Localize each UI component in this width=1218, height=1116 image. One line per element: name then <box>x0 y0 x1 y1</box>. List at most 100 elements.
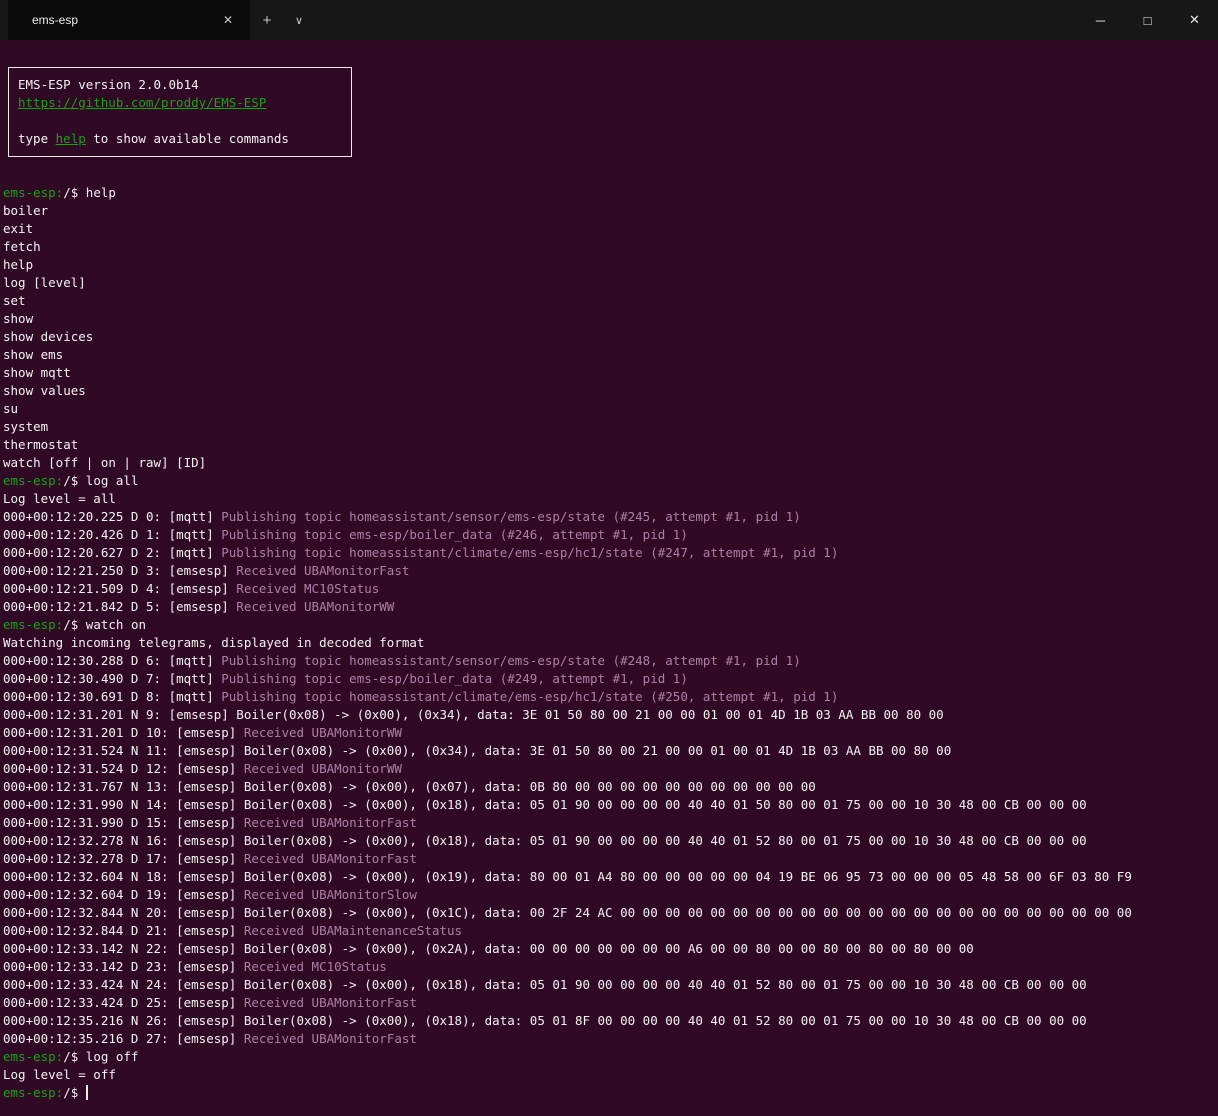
log-text: Publishing topic homeassistant/climate/e… <box>221 545 838 560</box>
terminal-line: 000+00:12:30.490 D 7: [mqtt] Publishing … <box>3 670 1218 688</box>
terminal-line: 000+00:12:33.142 D 23: [emsesp] Received… <box>3 958 1218 976</box>
prompt-text: ems-esp: <box>3 473 63 488</box>
log-text: 000+00:12:31.201 D 10: [emsesp] <box>3 725 244 740</box>
terminal-line: 000+00:12:21.509 D 4: [emsesp] Received … <box>3 580 1218 598</box>
log-text: 000+00:12:32.844 D 21: [emsesp] <box>3 923 244 938</box>
log-text: Received UBAMonitorFast <box>244 851 417 866</box>
log-text: 000+00:12:33.142 D 23: [emsesp] <box>3 959 244 974</box>
log-text: thermostat <box>3 437 78 452</box>
log-text: set <box>3 293 26 308</box>
terminal-line: 000+00:12:20.627 D 2: [mqtt] Publishing … <box>3 544 1218 562</box>
log-text: Received MC10Status <box>236 581 379 596</box>
log-text: watch [off | on | raw] [ID] <box>3 455 206 470</box>
terminal-line: Log level = all <box>3 490 1218 508</box>
log-text: 000+00:12:30.490 D 7: [mqtt] <box>3 671 221 686</box>
terminal-line: thermostat <box>3 436 1218 454</box>
terminal-line: 000+00:12:21.250 D 3: [emsesp] Received … <box>3 562 1218 580</box>
log-text: Publishing topic ems-esp/boiler_data (#2… <box>221 527 688 542</box>
terminal-line: 000+00:12:31.201 D 10: [emsesp] Received… <box>3 724 1218 742</box>
terminal-line: ems-esp:/$ watch on <box>3 616 1218 634</box>
log-text: 000+00:12:33.142 N 22: [emsesp] Boiler(0… <box>3 941 974 956</box>
tab-dropdown-icon[interactable]: ∨ <box>284 0 314 40</box>
log-text: 000+00:12:32.278 D 17: [emsesp] <box>3 851 244 866</box>
log-text: 000+00:12:21.509 D 4: [emsesp] <box>3 581 236 596</box>
terminal-line: su <box>3 400 1218 418</box>
log-text: 000+00:12:32.604 N 18: [emsesp] Boiler(0… <box>3 869 1132 884</box>
log-text: 000+00:12:32.604 D 19: [emsesp] <box>3 887 244 902</box>
log-text: Log level = off <box>3 1067 116 1082</box>
log-text: show <box>3 311 33 326</box>
log-text: Watching incoming telegrams, displayed i… <box>3 635 424 650</box>
prompt-text: ems-esp: <box>3 1049 63 1064</box>
titlebar-drag-area <box>314 0 1077 40</box>
prompt-text: ems-esp: <box>3 1085 63 1100</box>
tab-ems-esp[interactable]: ems-esp ✕ <box>8 0 250 40</box>
terminal-line: system <box>3 418 1218 436</box>
terminal-output: ems-esp:/$ helpboilerexitfetchhelplog [l… <box>3 184 1218 1102</box>
log-text: 000+00:12:20.426 D 1: [mqtt] <box>3 527 221 542</box>
log-text: Publishing topic ems-esp/boiler_data (#2… <box>221 671 688 686</box>
version-text: EMS-ESP version 2.0.0b14 <box>18 77 199 92</box>
log-text: 000+00:12:35.216 N 26: [emsesp] Boiler(0… <box>3 1013 1087 1028</box>
log-text: 000+00:12:31.990 D 15: [emsesp] <box>3 815 244 830</box>
new-tab-button[interactable]: + <box>250 0 284 40</box>
terminal-line: show mqtt <box>3 364 1218 382</box>
log-text: 000+00:12:20.225 D 0: [mqtt] <box>3 509 221 524</box>
log-text: exit <box>3 221 33 236</box>
terminal-line: set <box>3 292 1218 310</box>
log-text: 000+00:12:31.524 D 12: [emsesp] <box>3 761 244 776</box>
log-text: 000+00:12:33.424 D 25: [emsesp] <box>3 995 244 1010</box>
terminal-line: 000+00:12:35.216 D 27: [emsesp] Received… <box>3 1030 1218 1048</box>
tab-close-icon[interactable]: ✕ <box>218 11 238 29</box>
terminal-line: 000+00:12:31.990 N 14: [emsesp] Boiler(0… <box>3 796 1218 814</box>
terminal-line: 000+00:12:32.844 N 20: [emsesp] Boiler(0… <box>3 904 1218 922</box>
terminal-line: log [level] <box>3 274 1218 292</box>
log-text: Received UBAMonitorWW <box>236 599 394 614</box>
log-text: Received UBAMonitorFast <box>244 1031 417 1046</box>
log-text: 000+00:12:31.524 N 11: [emsesp] Boiler(0… <box>3 743 951 758</box>
terminal-line: show devices <box>3 328 1218 346</box>
log-text: 000+00:12:35.216 D 27: [emsesp] <box>3 1031 244 1046</box>
log-text: Received UBAMonitorFast <box>244 995 417 1010</box>
terminal-line: 000+00:12:20.426 D 1: [mqtt] Publishing … <box>3 526 1218 544</box>
terminal-line: 000+00:12:21.842 D 5: [emsesp] Received … <box>3 598 1218 616</box>
help-hint-post: to show available commands <box>86 131 289 146</box>
log-text: Log level = all <box>3 491 116 506</box>
help-command: help <box>56 131 86 146</box>
terminal-line: show values <box>3 382 1218 400</box>
github-link[interactable]: https://github.com/proddy/EMS-ESP <box>18 95 266 110</box>
terminal-line: 000+00:12:31.767 N 13: [emsesp] Boiler(0… <box>3 778 1218 796</box>
log-text: Received UBAMonitorFast <box>244 815 417 830</box>
log-text: Received UBAMonitorFast <box>236 563 409 578</box>
log-text: Publishing topic homeassistant/sensor/em… <box>221 509 800 524</box>
terminal-cursor <box>86 1085 88 1100</box>
terminal-line: boiler <box>3 202 1218 220</box>
log-text: 000+00:12:33.424 N 24: [emsesp] Boiler(0… <box>3 977 1087 992</box>
close-button[interactable]: ✕ <box>1171 0 1218 40</box>
log-text: log [level] <box>3 275 86 290</box>
help-hint-pre: type <box>18 131 56 146</box>
terminal-line: fetch <box>3 238 1218 256</box>
log-text: 000+00:12:32.278 N 16: [emsesp] Boiler(0… <box>3 833 1087 848</box>
terminal-line: 000+00:12:32.604 D 19: [emsesp] Received… <box>3 886 1218 904</box>
terminal[interactable]: EMS-ESP version 2.0.0b14 https://github.… <box>0 40 1218 1116</box>
log-text: Received MC10Status <box>244 959 387 974</box>
log-text: show devices <box>3 329 93 344</box>
terminal-line: ems-esp:/$ help <box>3 184 1218 202</box>
log-text: 000+00:12:31.767 N 13: [emsesp] Boiler(0… <box>3 779 816 794</box>
welcome-box: EMS-ESP version 2.0.0b14 https://github.… <box>8 67 352 157</box>
minimize-button[interactable]: ─ <box>1077 0 1124 40</box>
log-text: /$ log all <box>63 473 138 488</box>
terminal-line: 000+00:12:32.604 N 18: [emsesp] Boiler(0… <box>3 868 1218 886</box>
log-text: Received UBAMonitorWW <box>244 725 402 740</box>
terminal-line: 000+00:12:32.278 D 17: [emsesp] Received… <box>3 850 1218 868</box>
terminal-line: show <box>3 310 1218 328</box>
maximize-button[interactable]: □ <box>1124 0 1171 40</box>
log-text: su <box>3 401 18 416</box>
title-bar: ems-esp ✕ + ∨ ─ □ ✕ <box>0 0 1218 40</box>
terminal-line: 000+00:12:32.844 D 21: [emsesp] Received… <box>3 922 1218 940</box>
log-text: Received UBAMaintenanceStatus <box>244 923 462 938</box>
prompt-text: ems-esp: <box>3 617 63 632</box>
log-text: system <box>3 419 48 434</box>
terminal-line: 000+00:12:31.524 N 11: [emsesp] Boiler(0… <box>3 742 1218 760</box>
